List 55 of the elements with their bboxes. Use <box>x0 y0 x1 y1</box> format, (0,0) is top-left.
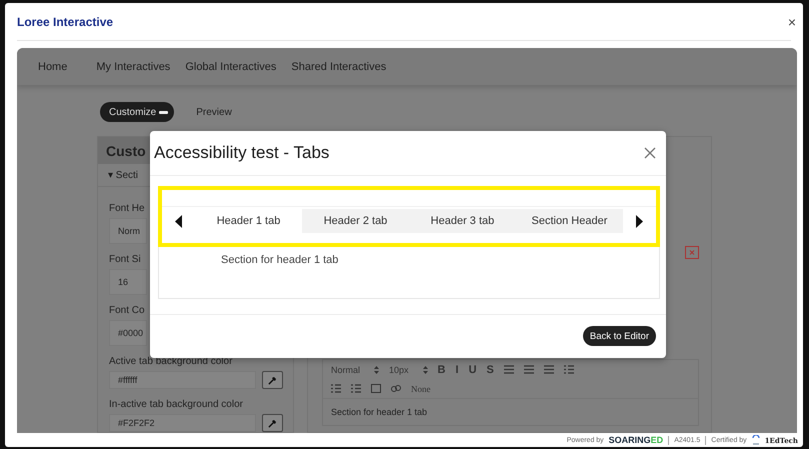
brand-logo: SOARINGED <box>608 435 664 445</box>
modal-title: Accessibility test - Tabs <box>154 143 330 163</box>
format-button[interactable]: I <box>456 364 459 376</box>
badge-icon <box>752 435 760 445</box>
format-button[interactable]: B <box>438 364 446 376</box>
list-icon[interactable] <box>564 365 574 374</box>
text-field[interactable]: 16 <box>109 269 147 295</box>
mode-tab[interactable]: Preview <box>196 106 232 118</box>
caret-right-icon <box>636 214 643 228</box>
tab[interactable]: Header 2 tab <box>302 209 409 233</box>
list-icon[interactable] <box>331 384 341 393</box>
text-field[interactable]: #0000 <box>109 320 147 346</box>
field-label: In-active tab background color <box>109 399 243 411</box>
size-select[interactable]: 10px <box>389 364 428 374</box>
align-icon[interactable] <box>504 365 514 374</box>
mode-tab[interactable]: Customize <box>100 102 174 122</box>
color-picker-button[interactable] <box>262 371 283 389</box>
back-button[interactable]: Back to Editor <box>582 326 656 346</box>
image-icon[interactable] <box>371 384 381 393</box>
eyedropper-icon <box>268 418 277 428</box>
list-icon[interactable] <box>351 384 361 393</box>
editor-content: Section for header 1 tab <box>323 398 698 425</box>
style-select[interactable]: Normal <box>331 364 380 374</box>
color-field[interactable]: #F2F2F2 <box>109 414 256 432</box>
tab[interactable]: Header 3 tab <box>409 209 516 233</box>
tab-content: Section for header 1 tab <box>220 253 340 266</box>
color-picker-button[interactable] <box>262 414 283 432</box>
close-button[interactable] <box>644 147 656 159</box>
link-icon[interactable] <box>391 384 401 393</box>
color-field[interactable]: #ffffff <box>109 371 256 389</box>
caret-left-icon <box>175 214 182 228</box>
nav-link[interactable]: Home <box>38 60 68 72</box>
panel-title: Custo <box>106 142 146 159</box>
close-icon <box>644 147 656 159</box>
text-field[interactable]: Norm <box>109 218 147 244</box>
up-down-arrows-icon <box>422 366 428 374</box>
field-label: Font He <box>109 203 145 215</box>
nav-link[interactable]: Shared Interactives <box>291 60 386 72</box>
field-label: Font Si <box>109 254 141 266</box>
nav-link[interactable]: Global Interactives <box>185 60 276 72</box>
align-icon[interactable] <box>544 365 554 374</box>
field-label: Font Co <box>109 305 145 317</box>
close-button[interactable]: × <box>788 14 796 30</box>
tab[interactable]: Section Header <box>516 209 623 233</box>
format-button[interactable]: S <box>486 364 494 376</box>
window-title: Loree Interactive <box>17 14 114 28</box>
format-button[interactable]: U <box>468 364 477 376</box>
font-select[interactable]: None <box>411 384 430 394</box>
minus-icon <box>159 110 168 114</box>
eyedropper-icon <box>268 376 277 384</box>
section-toggle[interactable]: ▾ Secti <box>108 169 138 182</box>
up-down-arrows-icon <box>374 366 380 374</box>
field-label: Active tab background color <box>109 356 232 368</box>
nav-link[interactable]: My Interactives <box>96 60 170 72</box>
align-icon[interactable] <box>524 365 534 374</box>
